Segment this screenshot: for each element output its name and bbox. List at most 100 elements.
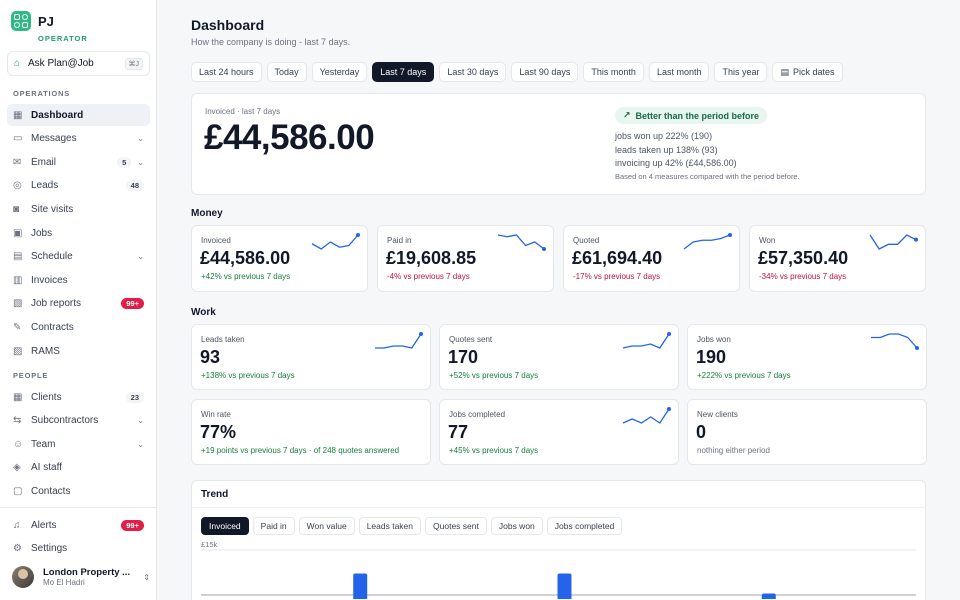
grid-icon: ▦ [13, 109, 23, 121]
metric-card-jobs-completed[interactable]: Jobs completed 77 +45% vs previous 7 days [439, 399, 679, 465]
filter-label: Last 24 hours [199, 67, 254, 77]
filter-today[interactable]: Today [266, 62, 307, 82]
sidebar-item-team[interactable]: ☺ Team ⌄ [7, 433, 150, 455]
tab-invoiced[interactable]: Invoiced [201, 517, 249, 535]
sidebar-item-invoices[interactable]: ▥ Invoices [7, 269, 150, 291]
metric-card-quoted[interactable]: Quoted £61,694.40 -17% vs previous 7 days [563, 225, 740, 292]
sidebar-item-clients[interactable]: ▦ Clients 23 [7, 386, 150, 408]
filter-last-7-days[interactable]: Last 7 days [372, 62, 435, 82]
metric-delta: +42% vs previous 7 days [201, 272, 291, 281]
sidebar-item-label: Site visits [31, 203, 74, 215]
tab-leads-taken[interactable]: Leads taken [358, 517, 422, 535]
filter-pick-dates[interactable]: ▤ Pick dates [772, 62, 843, 82]
filter-this-year[interactable]: This year [714, 62, 768, 82]
sparkline-path [622, 333, 670, 349]
metric-card-new-clients[interactable]: New clients 0 nothing either period [687, 399, 927, 465]
sidebar-item-leads[interactable]: ◎ Leads 48 [7, 175, 150, 197]
chart-bar [761, 593, 776, 599]
sidebar-item-email[interactable]: ✉ Email 5 ⌄ [7, 151, 150, 173]
metric-delta: -4% vs previous 7 days [387, 272, 470, 281]
filter-last-30-days[interactable]: Last 30 days [439, 62, 507, 82]
gear-icon: ⚙ [13, 542, 22, 554]
tab-jobs-completed[interactable]: Jobs completed [546, 517, 623, 535]
metric-value: £61,694.40 [572, 248, 663, 268]
sidebar-item-job-reports[interactable]: ▧ Job reports 99+ [7, 293, 150, 315]
metric-label: Invoiced [201, 236, 231, 245]
metric-card-paid-in[interactable]: Paid in £19,608.85 -4% vs previous 7 days [377, 225, 554, 292]
metric-card-jobs-won[interactable]: Jobs won 190 +222% vs previous 7 days [687, 324, 927, 390]
comparison-note: Based on 4 measures compared with the pe… [615, 172, 800, 181]
tab-jobs-won[interactable]: Jobs won [490, 517, 543, 535]
sidebar-item-alerts[interactable]: ♫ Alerts 99+ [7, 514, 150, 536]
status-badge: ↗ Better than the period before [615, 107, 768, 124]
metric-card-win-rate[interactable]: Win rate 77% +19 points vs previous 7 days… [191, 399, 431, 465]
tab-paid-in[interactable]: Paid in [252, 517, 295, 535]
sidebar-item-contacts[interactable]: ▢ Contacts [7, 480, 150, 502]
chevron-down-icon: ⌄ [137, 157, 144, 167]
count-badge: 99+ [121, 298, 144, 310]
trend-title: Trend [201, 489, 229, 500]
sidebar-item-settings[interactable]: ⚙ Settings [7, 537, 150, 559]
metric-label: Quotes sent [449, 335, 493, 344]
filter-last-month[interactable]: Last month [648, 62, 710, 82]
clipboard-icon: ▨ [13, 345, 23, 357]
ask-assistant-button[interactable]: ⌂ Ask Plan@Job ⌘J [7, 51, 150, 76]
sidebar-item-rams[interactable]: ▨ RAMS [7, 340, 150, 362]
chart-bar [557, 573, 572, 599]
filter-label: Last 90 days [519, 67, 571, 77]
tab-quotes-sent[interactable]: Quotes sent [425, 517, 487, 535]
metric-card-invoiced[interactable]: Invoiced £44,586.00 +42% vs previous 7 day… [191, 225, 368, 292]
report-icon: ▧ [13, 298, 23, 310]
sidebar-item-subcontractors[interactable]: ⇆ Subcontractors ⌄ [7, 410, 150, 432]
mail-icon: ✉ [13, 156, 22, 168]
sidebar-item-contracts[interactable]: ✎ Contracts [7, 316, 150, 338]
sidebar-item-label: Contracts [31, 321, 74, 333]
filter-last-24-hours[interactable]: Last 24 hours [191, 62, 262, 82]
sparkline-path [375, 333, 422, 349]
user-company: London Property ... [43, 567, 131, 578]
trend-chart: £15k [201, 540, 916, 599]
filter-yesterday[interactable]: Yesterday [311, 62, 368, 82]
filter-this-month[interactable]: This month [583, 62, 644, 82]
section-label-people: PEOPLE [13, 371, 49, 380]
metric-value: 190 [696, 347, 727, 367]
chart-bar [353, 573, 368, 599]
message-icon: ▭ [13, 133, 23, 145]
brand[interactable]: PJ OPERATOR [11, 11, 87, 43]
page-subtitle: How the company is doing - last 7 days. [191, 37, 351, 47]
sidebar-item-label: Invoices [31, 274, 68, 286]
sidebar-item-site-visits[interactable]: ◙ Site visits [7, 198, 150, 220]
logo-icon [11, 11, 31, 31]
sidebar-item-messages[interactable]: ▭ Messages ⌄ [7, 128, 150, 150]
sidebar-item-jobs[interactable]: ▣ Jobs [7, 222, 150, 244]
sparkline [869, 234, 918, 250]
sparkline-dot [542, 247, 546, 251]
sidebar-item-label: Email [31, 156, 57, 168]
sidebar-item-label: Team [31, 438, 56, 450]
sidebar-item-ai-staff[interactable]: ◈ AI staff [7, 457, 150, 479]
metric-delta: -34% vs previous 7 days [759, 272, 847, 281]
chevron-down-icon: ⌄ [137, 439, 144, 449]
sparkline-path [869, 234, 917, 250]
metric-card-won[interactable]: Won £57,350.40 -34% vs previous 7 days [749, 225, 926, 292]
user-menu[interactable]: London Property ... Mo El Hadri ⇕ [12, 565, 150, 589]
tab-won-value[interactable]: Won value [298, 517, 355, 535]
metric-delta: +45% vs previous 7 days [449, 446, 539, 455]
metric-delta: +222% vs previous 7 days [697, 371, 791, 380]
metric-card-leads-taken[interactable]: Leads taken 93 +138% vs previous 7 days [191, 324, 431, 390]
contact-icon: ▢ [13, 485, 23, 497]
metric-card-quotes-sent[interactable]: Quotes sent 170 +52% vs previous 7 days [439, 324, 679, 390]
filter-last-90-days[interactable]: Last 90 days [511, 62, 579, 82]
user-name: Mo El Hadri [43, 578, 85, 587]
hero-value: £44,586.00 [204, 118, 375, 157]
sidebar-item-schedule[interactable]: ▤ Schedule ⌄ [7, 246, 150, 268]
metric-label: Jobs won [697, 335, 731, 344]
filter-label: Today [274, 67, 299, 77]
sidebar-divider [0, 507, 156, 508]
sparkline-path [497, 234, 545, 250]
metric-label: Win rate [201, 410, 231, 419]
metric-label: Paid in [387, 236, 412, 245]
metric-value: 170 [448, 347, 479, 367]
sidebar-item-dashboard[interactable]: ▦ Dashboard [7, 104, 150, 126]
comparison-line: invoicing up 42% (£44,586.00) [615, 158, 737, 168]
